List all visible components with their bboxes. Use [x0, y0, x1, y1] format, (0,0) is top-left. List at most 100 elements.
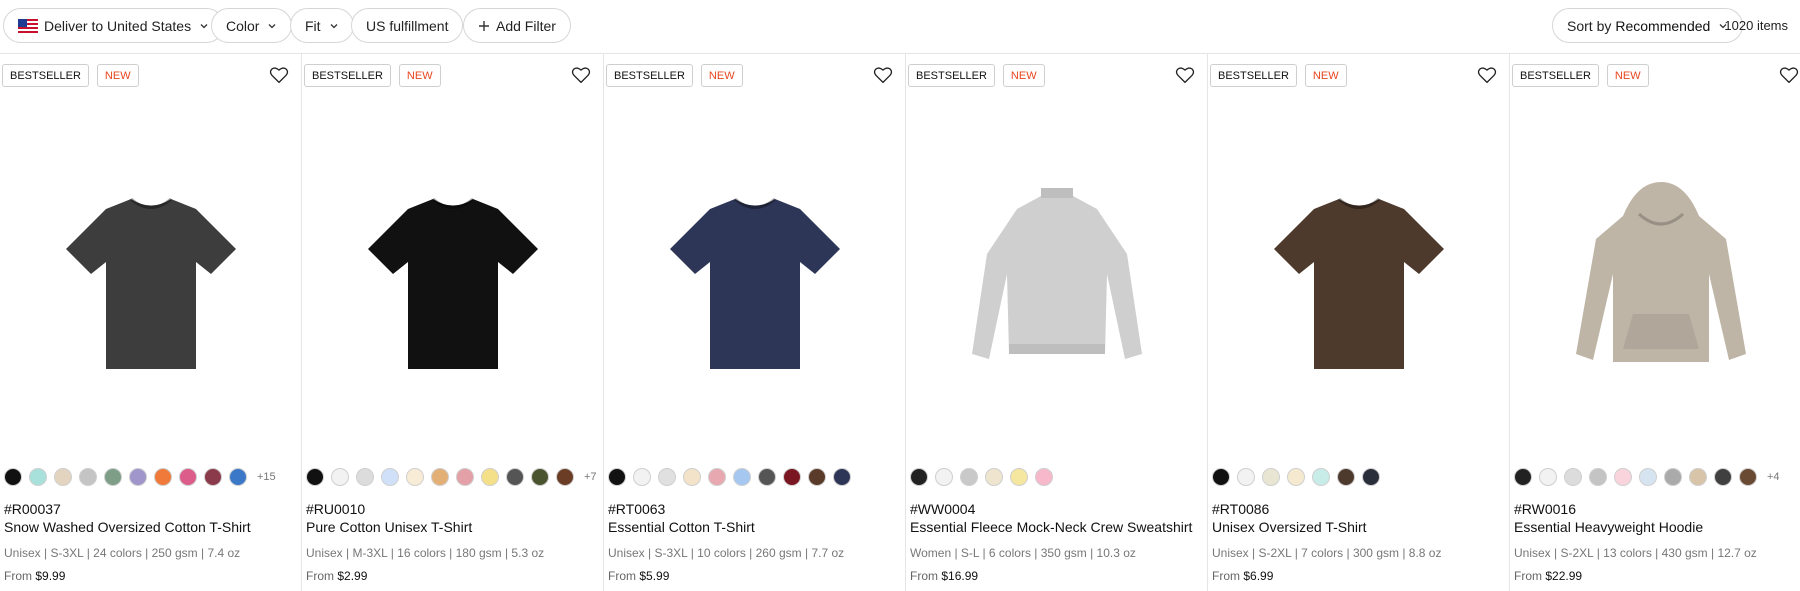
product-image[interactable]	[1208, 104, 1509, 454]
price-value: $5.99	[639, 569, 670, 583]
color-swatch[interactable]	[708, 468, 726, 486]
product-card[interactable]: BESTSELLER NEW #RT0086 Unisex Oversized T-S…	[1208, 54, 1510, 591]
color-swatch[interactable]	[1212, 468, 1230, 486]
color-swatch[interactable]	[531, 468, 549, 486]
new-badge: NEW	[96, 64, 139, 87]
product-name[interactable]: Essential Cotton T-Shirt	[608, 519, 755, 535]
product-image[interactable]	[1510, 104, 1800, 454]
color-swatch[interactable]	[633, 468, 651, 486]
filter-bar: Deliver to United States Color Fit US fu…	[0, 0, 1800, 54]
color-swatch[interactable]	[154, 468, 172, 486]
color-swatch[interactable]	[1514, 468, 1532, 486]
color-swatch[interactable]	[1312, 468, 1330, 486]
color-swatch[interactable]	[54, 468, 72, 486]
color-swatch[interactable]	[1237, 468, 1255, 486]
color-swatch[interactable]	[29, 468, 47, 486]
color-swatch[interactable]	[79, 468, 97, 486]
product-badges: BESTSELLER NEW	[304, 64, 441, 87]
color-swatch[interactable]	[733, 468, 751, 486]
color-swatch[interactable]	[1035, 468, 1053, 486]
sort-dropdown[interactable]: Sort by Recommended	[1552, 8, 1744, 43]
color-swatch[interactable]	[4, 468, 22, 486]
product-card[interactable]: BESTSELLER NEW #WW0004 Essential Fleece Moc…	[906, 54, 1208, 591]
color-swatch[interactable]	[179, 468, 197, 486]
color-swatch[interactable]	[431, 468, 449, 486]
product-card[interactable]: BESTSELLER NEW +7 #RU0010 Pure Cotton Unisex…	[302, 54, 604, 591]
color-swatch[interactable]	[1262, 468, 1280, 486]
product-name[interactable]: Pure Cotton Unisex T-Shirt	[306, 519, 472, 535]
more-colors-count[interactable]: +7	[584, 471, 597, 483]
color-swatch[interactable]	[1564, 468, 1582, 486]
heart-icon[interactable]	[1779, 66, 1799, 84]
color-swatch[interactable]	[229, 468, 247, 486]
price-value: $22.99	[1545, 569, 1583, 583]
heart-icon[interactable]	[571, 66, 591, 84]
color-swatch[interactable]	[1539, 468, 1557, 486]
color-swatch[interactable]	[456, 468, 474, 486]
plus-icon	[479, 20, 489, 31]
color-swatch[interactable]	[331, 468, 349, 486]
heart-icon[interactable]	[269, 66, 289, 84]
color-filter[interactable]: Color	[211, 8, 293, 43]
color-swatch[interactable]	[1639, 468, 1657, 486]
color-swatch[interactable]	[1664, 468, 1682, 486]
color-swatch[interactable]	[506, 468, 524, 486]
product-name[interactable]: Unisex Oversized T-Shirt	[1212, 519, 1367, 535]
color-swatch[interactable]	[758, 468, 776, 486]
us-fulfillment-filter[interactable]: US fulfillment	[351, 8, 464, 43]
price-prefix: From	[1212, 569, 1240, 583]
color-swatch[interactable]	[356, 468, 374, 486]
new-badge: NEW	[700, 64, 743, 87]
heart-icon[interactable]	[1477, 66, 1497, 84]
color-swatch[interactable]	[1714, 468, 1732, 486]
color-swatch[interactable]	[1589, 468, 1607, 486]
product-image[interactable]	[906, 104, 1207, 454]
color-swatch[interactable]	[1739, 468, 1757, 486]
color-swatch[interactable]	[481, 468, 499, 486]
price-prefix: From	[306, 569, 334, 583]
color-swatch[interactable]	[1362, 468, 1380, 486]
color-swatch[interactable]	[658, 468, 676, 486]
product-image[interactable]	[302, 104, 603, 454]
color-swatch[interactable]	[556, 468, 574, 486]
product-image[interactable]	[604, 104, 905, 454]
color-swatch[interactable]	[1689, 468, 1707, 486]
product-image[interactable]	[0, 104, 301, 454]
color-swatch[interactable]	[833, 468, 851, 486]
heart-icon[interactable]	[873, 66, 893, 84]
deliver-to-filter[interactable]: Deliver to United States	[3, 8, 225, 43]
more-colors-count[interactable]: +4	[1767, 471, 1780, 483]
product-name[interactable]: Essential Heavyweight Hoodie	[1514, 519, 1703, 535]
product-card[interactable]: BESTSELLER NEW +15 #R00037 Snow Washed Overs…	[0, 54, 302, 591]
color-swatch[interactable]	[104, 468, 122, 486]
color-swatch[interactable]	[1337, 468, 1355, 486]
product-sku: #RW0016	[1514, 501, 1577, 517]
color-swatch[interactable]	[910, 468, 928, 486]
color-swatch[interactable]	[306, 468, 324, 486]
more-colors-count[interactable]: +15	[257, 471, 276, 483]
color-swatch[interactable]	[985, 468, 1003, 486]
color-swatch[interactable]	[683, 468, 701, 486]
color-swatch[interactable]	[204, 468, 222, 486]
color-swatch[interactable]	[1287, 468, 1305, 486]
color-swatch[interactable]	[129, 468, 147, 486]
color-swatch[interactable]	[1614, 468, 1632, 486]
add-filter-button[interactable]: Add Filter	[463, 8, 571, 43]
color-swatch[interactable]	[783, 468, 801, 486]
bestseller-badge: BESTSELLER	[2, 64, 89, 87]
product-name[interactable]: Essential Fleece Mock-Neck Crew Sweatshi…	[910, 519, 1192, 535]
color-swatch[interactable]	[381, 468, 399, 486]
color-swatch[interactable]	[1010, 468, 1028, 486]
product-price: From $9.99	[4, 569, 65, 583]
fit-filter[interactable]: Fit	[290, 8, 354, 43]
product-card[interactable]: BESTSELLER NEW +4 #RW0016 Essential Heavywei…	[1510, 54, 1800, 591]
heart-icon[interactable]	[1175, 66, 1195, 84]
color-swatch[interactable]	[960, 468, 978, 486]
product-name[interactable]: Snow Washed Oversized Cotton T-Shirt	[4, 519, 251, 535]
color-swatch[interactable]	[935, 468, 953, 486]
product-card[interactable]: BESTSELLER NEW #RT0063 Essential Cotton T-S…	[604, 54, 906, 591]
color-swatches: +4	[1514, 468, 1780, 486]
color-swatch[interactable]	[608, 468, 626, 486]
color-swatch[interactable]	[808, 468, 826, 486]
color-swatch[interactable]	[406, 468, 424, 486]
